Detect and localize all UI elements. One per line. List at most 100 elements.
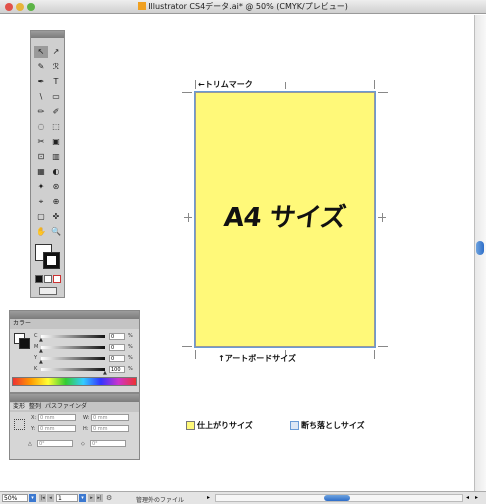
next-artboard-button[interactable]: ▸ [88, 494, 95, 502]
artboard-main-text: A4 サイズ [222, 203, 348, 233]
pen-tool-icon[interactable]: ✒ [34, 76, 48, 88]
percent-label: % [128, 366, 133, 372]
slice-tool-icon[interactable]: 🔍 [49, 226, 63, 238]
artboard-size-label: ↑アートボードサイズ [218, 354, 296, 363]
shear-icon: ◇ [81, 441, 85, 447]
finish-size-swatch [186, 421, 195, 430]
first-artboard-button[interactable]: |◂ [39, 494, 46, 502]
type-tool-icon[interactable]: T [49, 76, 63, 88]
transform-panel: 変形 整列 パスファインダ X: 0 mm Y: 0 mm W: 0 mm H: 0… [9, 393, 140, 460]
column-graph-tool-icon[interactable]: ◐ [49, 166, 63, 178]
channel-slider-handle-icon[interactable]: ▲ [39, 359, 43, 365]
panel-stroke-box[interactable] [19, 338, 30, 349]
stroke-color-box[interactable] [43, 252, 60, 269]
symbol-sprayer-tool-icon[interactable]: ▦ [34, 166, 48, 178]
scroll-left-icon[interactable]: ◂ [466, 494, 469, 501]
tools-panel-header[interactable] [31, 31, 64, 38]
channel-label-y: Y [34, 355, 38, 361]
color-mode-button[interactable] [35, 275, 43, 283]
h-field[interactable]: 0 mm [91, 425, 129, 432]
channel-slider-k[interactable] [41, 368, 105, 371]
channel-slider-c[interactable] [41, 335, 105, 338]
transform-panel-header[interactable] [10, 394, 139, 402]
gear-icon[interactable]: ⚙ [106, 494, 112, 502]
artboard-dropdown-button[interactable]: ▾ [79, 494, 86, 502]
window-title-bar: Illustrator CS4データ.ai* @ 50% (CMYK/プレビュー… [0, 0, 486, 14]
artboard-number-field[interactable]: 1 [56, 494, 78, 502]
none-mode-button[interactable] [53, 275, 61, 283]
channel-slider-handle-icon[interactable]: ▲ [39, 348, 43, 354]
paintbrush-tool-icon[interactable]: ✏ [34, 106, 48, 118]
x-field[interactable]: 0 mm [38, 414, 76, 421]
eyedropper-tool-icon[interactable]: ⌖ [34, 196, 48, 208]
channel-slider-handle-icon[interactable]: ▲ [103, 370, 107, 376]
bleed-size-swatch [290, 421, 299, 430]
channel-label-m: M [34, 344, 39, 350]
x-label: X: [31, 415, 37, 421]
transform-panel-tabs: 変形 整列 パスファインダ [10, 402, 139, 412]
rotate-field[interactable]: 0° [37, 440, 73, 447]
w-label: W: [83, 415, 90, 421]
blend-tool-icon[interactable]: ⊕ [49, 196, 63, 208]
channel-slider-m[interactable] [41, 346, 105, 349]
scale-tool-icon[interactable]: ▣ [49, 136, 63, 148]
tab-color[interactable]: カラー [10, 320, 31, 327]
zoom-dropdown-button[interactable]: ▾ [29, 494, 36, 502]
free-transform-tool-icon[interactable]: ▥ [49, 151, 63, 163]
vertical-scroll-thumb[interactable] [476, 241, 484, 255]
y-field[interactable]: 0 mm [38, 425, 76, 432]
eraser-tool-icon[interactable]: ⬚ [49, 121, 63, 133]
mesh-tool-icon[interactable]: ✦ [34, 181, 48, 193]
ai-document-icon [138, 2, 147, 10]
live-paint-tool-icon[interactable]: ▢ [34, 211, 48, 223]
color-panel: カラー C ▲ 0% M ▲ 0% Y ▲ 0% K ▲ 100% [9, 310, 140, 393]
horizontal-scroll-thumb[interactable] [324, 495, 350, 501]
legend-finish-size: 仕上がりサイズ [186, 420, 253, 431]
channel-value-c[interactable]: 0 [109, 333, 125, 340]
prev-artboard-button[interactable]: ◂ [47, 494, 54, 502]
gradient-tool-icon[interactable]: ⊛ [49, 181, 63, 193]
w-field[interactable]: 0 mm [91, 414, 129, 421]
color-panel-tabs: カラー [10, 319, 139, 329]
rotate-tool-icon[interactable]: ✂ [34, 136, 48, 148]
status-menu-arrow-icon[interactable]: ▸ [207, 494, 210, 501]
channel-slider-y[interactable] [41, 357, 105, 360]
channel-value-y[interactable]: 0 [109, 355, 125, 362]
legend-bleed-size: 断ち落としサイズ [290, 420, 365, 431]
selection-tool-icon[interactable]: ↖ [34, 46, 48, 58]
reference-point-icon[interactable] [14, 419, 25, 430]
scroll-right-icon[interactable]: ▸ [475, 494, 478, 501]
warp-tool-icon[interactable]: ⊡ [34, 151, 48, 163]
live-paint-selection-tool-icon[interactable]: ✜ [49, 211, 63, 223]
zoom-field[interactable]: 50% [2, 494, 28, 502]
crop-area-tool-icon[interactable]: ✋ [34, 226, 48, 238]
channel-label-c: C [34, 333, 38, 339]
rotate-icon: △ [28, 441, 32, 447]
line-tool-icon[interactable]: \ [34, 91, 48, 103]
percent-label: % [128, 333, 133, 339]
blob-brush-tool-icon[interactable]: ◌ [34, 121, 48, 133]
tab-transform[interactable]: 変形 [10, 403, 30, 410]
trim-mark-label: ←トリムマーク [198, 80, 253, 89]
tab-pathfinder[interactable]: パスファインダ [45, 403, 87, 410]
color-spectrum-bar[interactable] [12, 377, 137, 386]
rectangle-tool-icon[interactable]: ▭ [49, 91, 63, 103]
channel-value-m[interactable]: 0 [109, 344, 125, 351]
screen-mode-button[interactable] [39, 287, 57, 295]
window-title: Illustrator CS4データ.ai* @ 50% (CMYK/プレビュー… [0, 1, 486, 12]
channel-slider-handle-icon[interactable]: ▲ [39, 337, 43, 343]
percent-label: % [128, 355, 133, 361]
lasso-tool-icon[interactable]: ℛ [49, 61, 63, 73]
channel-value-k[interactable]: 100 [109, 366, 125, 373]
magic-wand-tool-icon[interactable]: ✎ [34, 61, 48, 73]
direct-selection-tool-icon[interactable]: ↗ [49, 46, 63, 58]
pencil-tool-icon[interactable]: ✐ [49, 106, 63, 118]
gradient-mode-button[interactable] [44, 275, 52, 283]
color-panel-header[interactable] [10, 311, 139, 319]
percent-label: % [128, 344, 133, 350]
y-label: Y: [31, 426, 36, 432]
tab-align[interactable]: 整列 [29, 403, 45, 410]
last-artboard-button[interactable]: ▸| [96, 494, 103, 502]
shear-field[interactable]: 0° [90, 440, 126, 447]
status-text[interactable]: 管理外のファイル [136, 495, 184, 504]
